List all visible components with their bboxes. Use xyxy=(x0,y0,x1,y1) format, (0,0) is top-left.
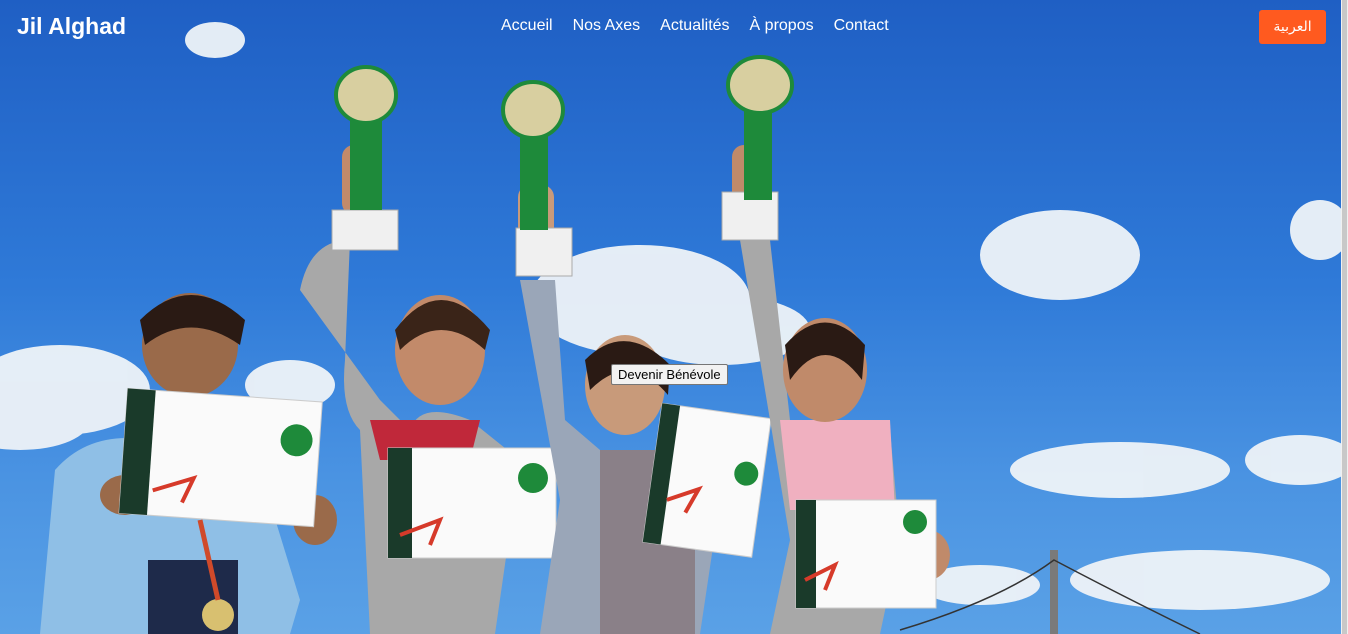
hero-section xyxy=(0,0,1341,634)
nav-link-nos-axes[interactable]: Nos Axes xyxy=(573,17,641,35)
scrollbar-thumb[interactable] xyxy=(1342,0,1347,634)
nav-link-actualites[interactable]: Actualités xyxy=(660,17,729,35)
hero-photo xyxy=(0,22,1341,634)
language-toggle-button[interactable]: العربية xyxy=(1259,10,1326,44)
top-navbar: Jil Alghad Accueil Nos Axes Actualités À… xyxy=(0,0,1341,56)
nav-link-contact[interactable]: Contact xyxy=(834,17,889,35)
brand-logo[interactable]: Jil Alghad xyxy=(17,13,126,40)
become-volunteer-button[interactable]: Devenir Bénévole xyxy=(611,364,728,385)
main-nav: Accueil Nos Axes Actualités À propos Con… xyxy=(501,17,889,35)
nav-link-a-propos[interactable]: À propos xyxy=(750,17,814,35)
nav-link-accueil[interactable]: Accueil xyxy=(501,17,553,35)
page-scrollbar[interactable] xyxy=(1341,0,1348,634)
